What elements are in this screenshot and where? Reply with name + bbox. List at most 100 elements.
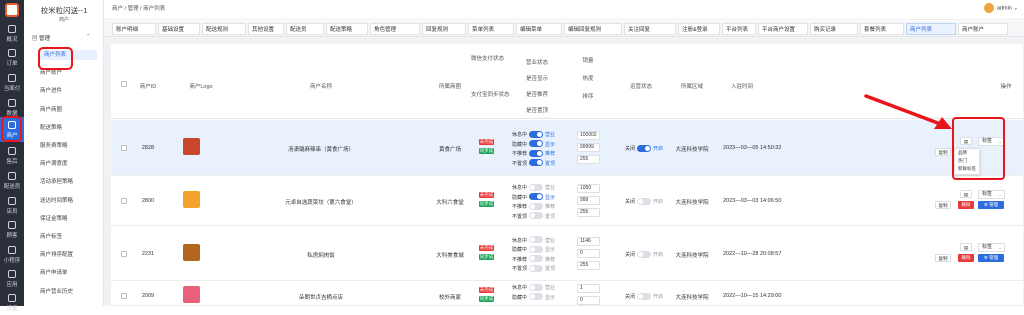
label-select[interactable]: 标签 ⌄ <box>978 190 1005 199</box>
number-input[interactable]: 0 <box>577 296 600 305</box>
table-row[interactable]: 2009 朵朗世贞吉栖点店 校外商家 未完成 同步成功 休息中 营业 隐藏中 显示 1 0… <box>111 281 1023 307</box>
sidebar-item-11[interactable]: 商户排序配置 <box>40 250 73 260</box>
copy-button[interactable]: 复制 <box>935 148 951 156</box>
toggle-switch[interactable] <box>529 202 543 210</box>
number-input[interactable]: 1146 <box>577 236 600 246</box>
rail-item-1[interactable]: 订单 <box>0 45 24 70</box>
rail-item-8[interactable]: 顾客 <box>0 217 24 242</box>
toggle-switch[interactable] <box>529 149 543 157</box>
delete-button[interactable]: 删除 <box>958 254 974 262</box>
merchant-area: 大科六食堂 <box>436 200 464 206</box>
tab-5[interactable]: 配送策略 <box>326 23 368 35</box>
merchant-logo <box>183 244 200 261</box>
rail-item-5[interactable]: 售后 <box>0 143 24 168</box>
rail-item-2[interactable]: 当面付 <box>0 70 24 95</box>
sidebar-item-5[interactable]: 服务费策略 <box>40 141 68 151</box>
table-row[interactable]: 2828 汤潇璐麻辣串（黄食广场） 黄食广场 未完成 同步成功 休息中 营业 隐藏中 显… <box>111 120 1023 176</box>
row-checkbox[interactable] <box>121 251 127 257</box>
number-input[interactable]: 255 <box>577 155 600 164</box>
tab-15[interactable]: 购买记录 <box>810 23 858 35</box>
number-input[interactable]: 1 <box>577 284 600 293</box>
tab-7[interactable]: 回复规则 <box>422 23 466 35</box>
row-checkbox[interactable] <box>121 145 127 151</box>
toggle-switch[interactable] <box>529 245 543 253</box>
sidebar-item-7[interactable]: 活动承担策略 <box>40 177 73 187</box>
toggle-switch[interactable] <box>529 264 543 272</box>
tab-10[interactable]: 编辑回复规则 <box>564 23 622 35</box>
number-input[interactable]: 1050 <box>577 184 600 193</box>
sidebar-item-4[interactable]: 配送策略 <box>40 123 62 133</box>
number-input[interactable]: 100002 <box>577 131 600 140</box>
tab-16[interactable]: 套餐列表 <box>860 23 904 35</box>
alipay-status-badge: 同步成功 <box>479 201 494 212</box>
copy-button[interactable]: 复制 <box>935 201 951 209</box>
tab-0[interactable]: 账户明细 <box>112 23 156 35</box>
toggle-switch[interactable] <box>529 159 543 166</box>
tab-11[interactable]: 关注回复 <box>624 23 676 35</box>
tab-4[interactable]: 配送员 <box>286 23 324 35</box>
rail-item-0[interactable]: 概况 <box>0 21 24 46</box>
delete-button[interactable]: 删除 <box>958 201 974 209</box>
toggle-switch[interactable] <box>529 130 543 138</box>
manage-button[interactable]: ⚙ 管理 <box>978 201 1004 209</box>
sidebar-item-2[interactable]: 商户进件 <box>40 86 62 96</box>
tab-13[interactable]: 平台列表 <box>722 23 756 35</box>
toggle-switch[interactable] <box>529 293 543 300</box>
toggle-on-label: 开启 <box>653 146 664 152</box>
print-button[interactable]: ▤ <box>960 243 972 251</box>
sidebar-group-label: 管理 <box>39 36 51 42</box>
sidebar-item-10[interactable]: 商户标签 <box>40 232 62 242</box>
tab-6[interactable]: 角色管理 <box>370 23 420 35</box>
number-input[interactable]: 0 <box>577 248 600 258</box>
sidebar-group-manage[interactable]: ▤ 管理 <box>32 34 50 42</box>
select-all-checkbox[interactable] <box>121 81 127 87</box>
tab-8[interactable]: 菜单列表 <box>468 23 514 35</box>
sidebar-item-3[interactable]: 商户商圈 <box>40 105 62 115</box>
ops-toggle-switch[interactable] <box>637 292 651 300</box>
rail-item-7[interactable]: 店员 <box>0 193 24 218</box>
rail-item-6[interactable]: 配送员 <box>0 168 24 193</box>
toggle-switch[interactable] <box>529 236 543 243</box>
tab-1[interactable]: 基础设置 <box>158 23 200 35</box>
collapse-icon[interactable]: ⌃ <box>86 34 91 40</box>
number-input[interactable]: 999 <box>577 196 600 205</box>
sidebar-item-8[interactable]: 送达时间策略 <box>40 196 73 206</box>
ops-toggle-switch[interactable] <box>637 197 651 205</box>
toggle-switch[interactable] <box>529 212 543 219</box>
sidebar-item-13[interactable]: 商户营业历史 <box>40 287 73 297</box>
toggle-switch[interactable] <box>529 255 543 262</box>
number-input[interactable]: 255 <box>577 208 600 217</box>
user-menu[interactable]: admin ⌄ <box>983 3 1018 13</box>
ops-toggle-switch[interactable] <box>637 144 651 152</box>
tab-17[interactable]: 商户列表 <box>906 23 956 35</box>
sidebar-item-9[interactable]: 保证金策略 <box>40 214 68 224</box>
table-row[interactable]: 2800 元卓自选蔬菜坊（第六食堂） 大科六食堂 未完成 同步成功 休息中 营业 隐藏中… <box>111 176 1023 226</box>
ops-toggle-switch[interactable] <box>637 250 651 258</box>
rail-item-10[interactable]: 应用 <box>0 266 24 291</box>
tab-3[interactable]: 其他设置 <box>248 23 284 35</box>
tab-9[interactable]: 编辑菜单 <box>516 23 562 35</box>
number-input[interactable]: 255 <box>577 260 600 270</box>
number-input[interactable]: 99999 <box>577 143 600 152</box>
rail-item-11[interactable]: 设置 <box>0 290 24 315</box>
tab-18[interactable]: 商户账户 <box>958 23 1008 35</box>
rail-item-9[interactable]: 小程序 <box>0 242 24 267</box>
sidebar-item-12[interactable]: 商户申请单 <box>40 268 68 278</box>
tab-12[interactable]: 注册&登录 <box>678 23 720 35</box>
row-checkbox[interactable] <box>121 293 127 299</box>
toggle-row: 隐藏中 显示 <box>507 293 567 301</box>
sidebar-item-6[interactable]: 商户满意度 <box>40 159 68 169</box>
toggle-switch[interactable] <box>529 183 543 191</box>
toggle-switch[interactable] <box>529 140 543 147</box>
row-checkbox[interactable] <box>121 198 127 204</box>
copy-button[interactable]: 复制 <box>935 254 951 262</box>
print-button[interactable]: ▤ <box>960 190 972 198</box>
manage-button[interactable]: ⚙ 管理 <box>978 254 1004 262</box>
tab-2[interactable]: 配送规则 <box>202 23 246 35</box>
label-select[interactable]: 标签 ⌄ <box>978 243 1005 252</box>
tab-14[interactable]: 平台商户设置 <box>758 23 808 35</box>
toggle-off-label: 关闭 <box>624 146 635 152</box>
table-row[interactable]: 2231 私房焖肉饭 大科美食城 未完成 同步成功 休息中 营业 隐藏中 显示 不推荐 … <box>111 226 1023 281</box>
toggle-switch[interactable] <box>529 283 543 291</box>
toggle-switch[interactable] <box>529 193 543 200</box>
